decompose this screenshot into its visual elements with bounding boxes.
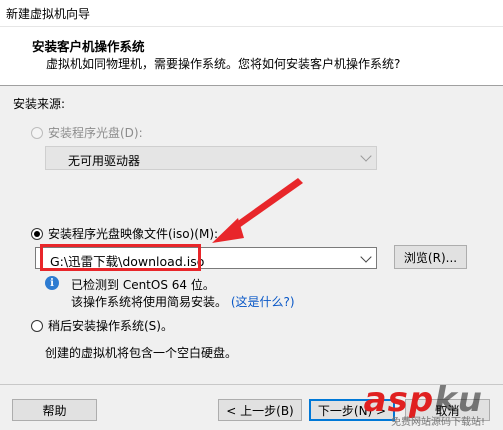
install-later-description: 创建的虚拟机将包含一个空白硬盘。 bbox=[45, 346, 238, 360]
iso-option[interactable]: 安装程序光盘映像文件(iso)(M): bbox=[31, 225, 218, 242]
easy-install-line: 该操作系统将使用简易安装。 (这是什么?) bbox=[71, 293, 295, 310]
arrow-shaft bbox=[228, 178, 303, 233]
watermark-subtitle: 免费网站源码下载站! bbox=[390, 417, 485, 428]
install-later-radio[interactable] bbox=[31, 319, 43, 332]
iso-radio[interactable] bbox=[31, 227, 43, 240]
wizard-header: 安装客户机操作系统 虚拟机如同物理机，需要操作系统。您将如何安装客户机操作系统? bbox=[0, 27, 503, 86]
easy-install-text: 该操作系统将使用简易安装。 bbox=[71, 295, 228, 309]
disc-drive-value: 无可用驱动器 bbox=[68, 154, 141, 168]
detected-os-text: 已检测到 CentOS 64 位。 bbox=[71, 278, 215, 292]
highlight-box bbox=[40, 244, 201, 271]
chevron-down-icon bbox=[360, 150, 372, 162]
header-subtitle: 虚拟机如同物理机，需要操作系统。您将如何安装客户机操作系统? bbox=[46, 57, 401, 71]
header-title: 安装客户机操作系统 bbox=[32, 39, 145, 54]
what-is-this-link[interactable]: (这是什么?) bbox=[231, 295, 295, 309]
help-button[interactable]: 帮助 bbox=[12, 399, 97, 421]
disc-option[interactable]: 安装程序光盘(D): bbox=[31, 124, 143, 141]
watermark: aspku 免费网站源码下载站! bbox=[305, 380, 485, 428]
browse-button[interactable]: 浏览(R)... bbox=[394, 245, 467, 269]
back-button[interactable]: < 上一步(B) bbox=[218, 399, 302, 421]
window-title: 新建虚拟机向导 bbox=[6, 7, 91, 21]
install-later-option[interactable]: 稍后安装操作系统(S)。 bbox=[31, 317, 173, 334]
disc-drive-select[interactable]: 无可用驱动器 bbox=[45, 146, 377, 170]
title-bar: 新建虚拟机向导 bbox=[0, 0, 503, 27]
chevron-down-icon[interactable] bbox=[360, 251, 372, 263]
iso-option-label: 安装程序光盘映像文件(iso)(M): bbox=[48, 227, 219, 241]
disc-radio[interactable] bbox=[31, 126, 43, 139]
install-later-label: 稍后安装操作系统(S)。 bbox=[48, 319, 173, 333]
disc-option-label: 安装程序光盘(D): bbox=[48, 126, 143, 140]
install-source-label: 安装来源: bbox=[13, 97, 66, 111]
info-icon: i bbox=[45, 276, 59, 290]
